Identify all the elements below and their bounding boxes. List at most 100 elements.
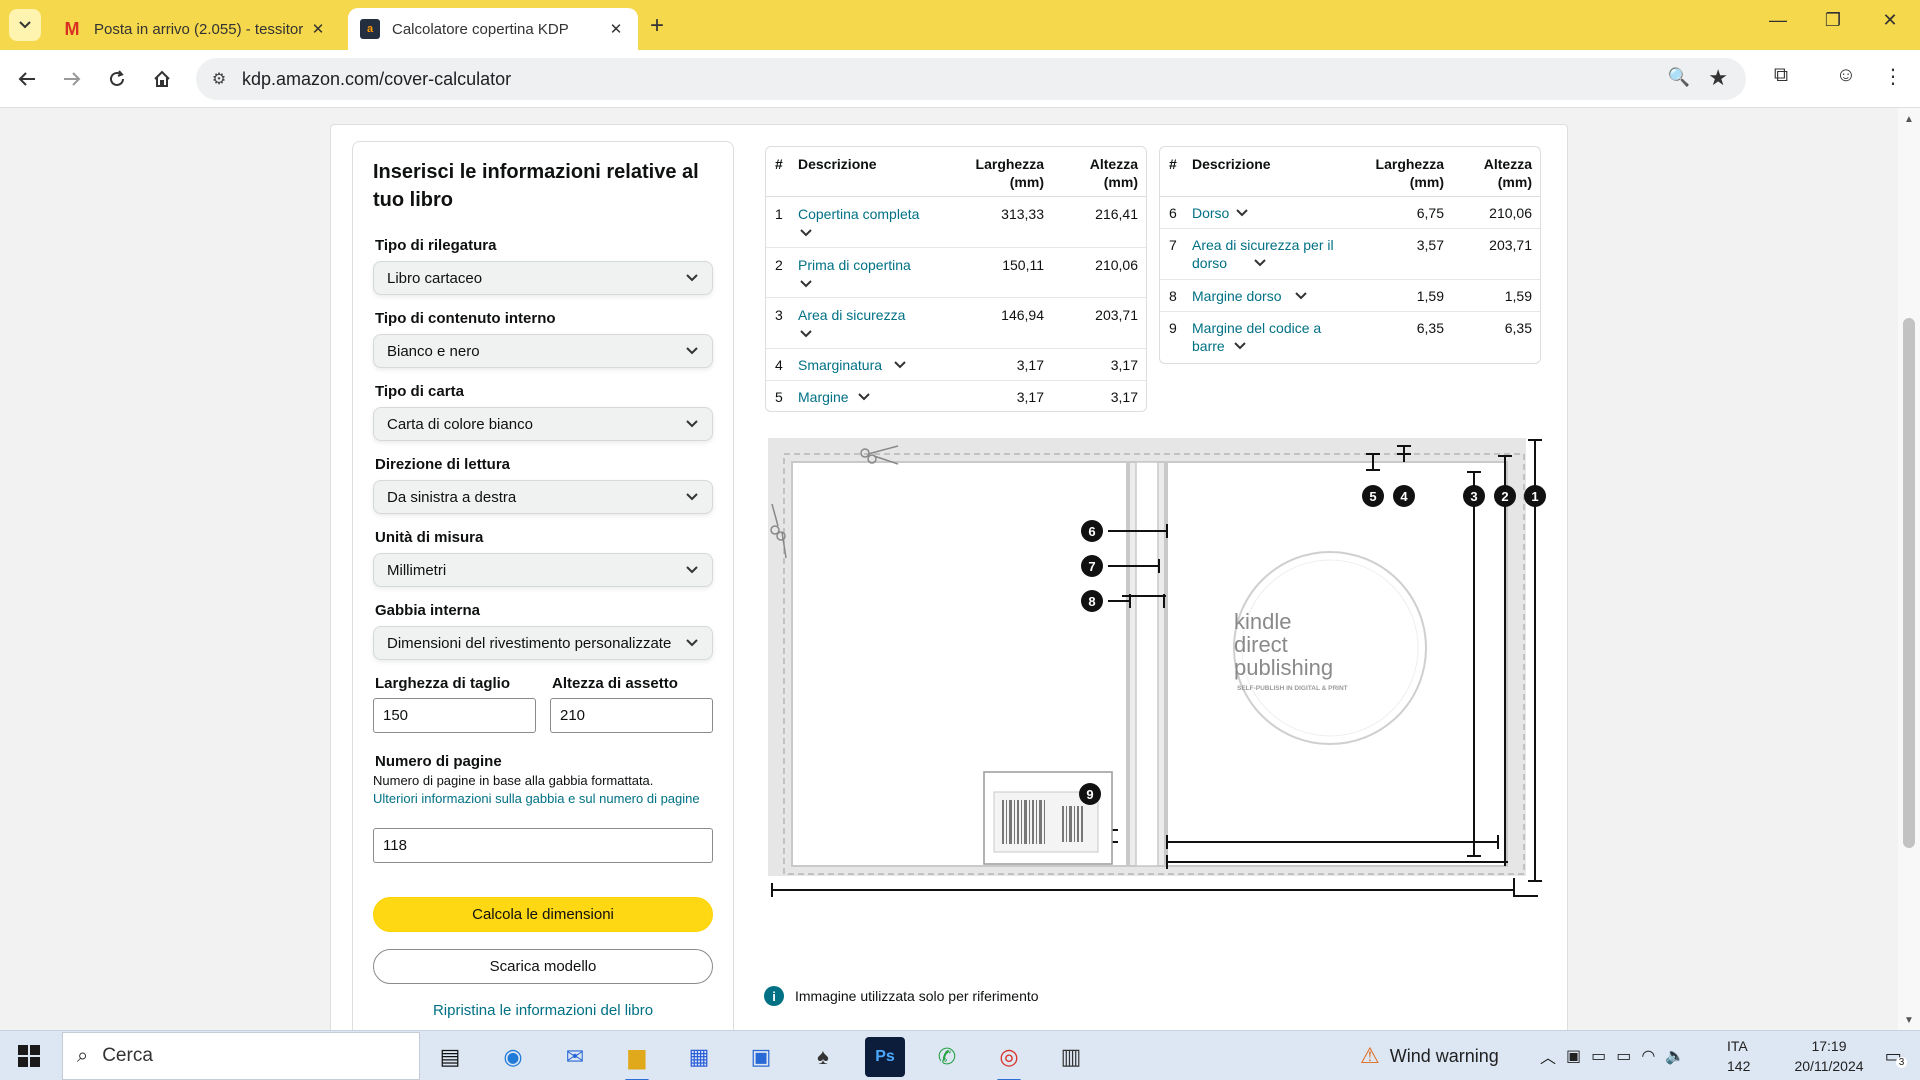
notepad-icon[interactable]: ▥ (1051, 1037, 1091, 1077)
reset-book-info-link[interactable]: Ripristina le informazioni del libro (373, 1002, 713, 1019)
weather-widget[interactable]: ⚠ Wind warning (1360, 1031, 1499, 1080)
notification-center[interactable]: ▭ 3 (1878, 1031, 1914, 1080)
trim-height-input[interactable]: 210 (550, 698, 713, 733)
outlook-icon[interactable]: ▣ (741, 1037, 781, 1077)
pages-info-link[interactable]: Ulteriori informazioni sulla gabbia e su… (373, 790, 713, 808)
chevron-down-icon[interactable] (1236, 209, 1248, 217)
reload-button[interactable] (100, 62, 134, 96)
task-view-icon[interactable]: ▤ (430, 1037, 470, 1077)
wifi-icon[interactable]: ◠ (1641, 1046, 1655, 1066)
trim-width-input[interactable]: 150 (373, 698, 536, 733)
chevron-up-icon[interactable]: ︿ (1540, 1044, 1556, 1068)
marker-1: 1 (1524, 485, 1546, 507)
profile-avatar[interactable]: ☺ (1831, 64, 1861, 87)
svg-text:2: 2 (1501, 489, 1508, 504)
chevron-down-icon[interactable] (1234, 342, 1246, 350)
home-button[interactable] (145, 62, 179, 96)
row-description-link[interactable]: Dorso (1192, 204, 1229, 222)
site-settings-icon[interactable]: ⚙ (208, 68, 230, 90)
meet-icon[interactable]: ▣ (1566, 1046, 1581, 1066)
close-window-button[interactable]: ✕ (1870, 10, 1910, 31)
chevron-down-icon[interactable] (894, 361, 906, 369)
marker-3: 3 (1463, 485, 1485, 507)
tab-title: Calcolatore copertina KDP (392, 20, 569, 38)
zoom-icon[interactable]: 🔍 (1668, 67, 1690, 88)
clock[interactable]: 17:19 20/11/2024 (1784, 1031, 1874, 1080)
file-explorer-icon[interactable]: ▆ (617, 1037, 657, 1080)
start-button[interactable] (18, 1045, 40, 1067)
row-description-link[interactable]: Copertina completa (798, 205, 919, 223)
display-icon[interactable]: ▭ (1591, 1046, 1606, 1066)
tab-kdp-calculator[interactable]: a Calcolatore copertina KDP ✕ (348, 8, 638, 50)
kdp-logo: kindle direct publishing SELF-PUBLISH IN… (1233, 551, 1427, 745)
chrome-icon[interactable]: ◎ (989, 1037, 1029, 1080)
page-content: Inserisci le informazioni relative al tu… (0, 108, 1920, 1030)
scrollbar-thumb[interactable] (1903, 318, 1915, 848)
paper-label: Tipo di carta (375, 383, 464, 400)
row-description-link[interactable]: Area di sicurezza (798, 306, 905, 324)
chevron-down-icon (685, 563, 699, 577)
tab-bar: M Posta in arrivo (2.055) - tessitor ✕ a… (0, 0, 1920, 50)
mail-icon[interactable]: ✉ (555, 1037, 595, 1077)
row-width: 6,75 (1416, 205, 1444, 221)
volume-icon[interactable]: 🔈 (1665, 1046, 1685, 1066)
marker-5: 5 (1362, 485, 1384, 507)
pages-label: Numero di pagine (375, 753, 502, 770)
row-description-link[interactable]: Smarginatura (798, 356, 882, 374)
tab-search-button[interactable] (9, 9, 41, 41)
system-tray[interactable]: ︿ ▣ ▭ ▭ ◠ 🔈 (1540, 1031, 1685, 1080)
page-count-input[interactable]: 118 (373, 828, 713, 863)
interior-select[interactable]: Bianco e nero (373, 334, 713, 368)
marker-9: 9 (1079, 783, 1101, 805)
extensions-icon[interactable]: ⧉ (1766, 64, 1796, 87)
binding-select[interactable]: Libro cartaceo (373, 261, 713, 295)
trim-select[interactable]: Dimensioni del rivestimento personalizza… (373, 626, 713, 660)
marker-4: 4 (1393, 485, 1415, 507)
download-template-button[interactable]: Scarica modello (373, 949, 713, 984)
edge-icon[interactable]: ◉ (493, 1037, 533, 1077)
forward-button[interactable] (55, 62, 89, 96)
paper-select[interactable]: Carta di colore bianco (373, 407, 713, 441)
chevron-down-icon[interactable] (800, 330, 812, 338)
taskbar-search[interactable]: ⌕ Cerca (62, 1032, 420, 1080)
chevron-down-icon[interactable] (800, 280, 812, 288)
photoshop-icon[interactable]: Ps (865, 1037, 905, 1077)
close-icon[interactable]: ✕ (308, 20, 328, 38)
chevron-down-icon[interactable] (1295, 292, 1307, 300)
new-tab-button[interactable]: + (650, 12, 664, 40)
chevron-down-icon (685, 417, 699, 431)
store-icon[interactable]: ▦ (679, 1037, 719, 1077)
menu-icon[interactable]: ⋮ (1878, 64, 1908, 89)
tab-gmail[interactable]: M Posta in arrivo (2.055) - tessitor ✕ (50, 8, 340, 50)
chevron-down-icon[interactable] (800, 229, 812, 237)
height-label: Altezza di assetto (552, 675, 678, 692)
scroll-up-icon[interactable]: ▲ (1904, 114, 1914, 125)
minimize-button[interactable]: — (1758, 10, 1798, 31)
row-description-link[interactable]: Area di sicurezza per il dorso (1192, 236, 1342, 272)
scroll-down-icon[interactable]: ▼ (1904, 1015, 1914, 1026)
book-info-form: Inserisci le informazioni relative al tu… (352, 141, 734, 1030)
row-height: 3,17 (1110, 357, 1138, 373)
logo-tagline: SELF-PUBLISH IN DIGITAL & PRINT (1237, 685, 1348, 692)
calculate-button[interactable]: Calcola le dimensioni (373, 897, 713, 932)
chevron-down-icon[interactable] (1254, 259, 1266, 267)
battery-icon[interactable]: ▭ (1616, 1046, 1631, 1066)
unit-select[interactable]: Millimetri (373, 553, 713, 587)
address-bar[interactable]: ⚙ kdp.amazon.com/cover-calculator 🔍 ★ (196, 58, 1746, 100)
row-description-link[interactable]: Margine dorso (1192, 287, 1282, 305)
close-icon[interactable]: ✕ (606, 20, 626, 38)
row-description-link[interactable]: Prima di copertina (798, 256, 911, 274)
language-indicator[interactable]: ITA 142 (1727, 1031, 1750, 1080)
page-scrollbar[interactable]: ▲ ▼ (1898, 108, 1920, 1030)
solitaire-icon[interactable]: ♠ (803, 1037, 843, 1077)
whatsapp-icon[interactable]: ✆ (927, 1037, 967, 1077)
back-button[interactable] (10, 62, 44, 96)
reading-direction-select[interactable]: Da sinistra a destra (373, 480, 713, 514)
row-description-link[interactable]: Margine del codice a barre (1192, 319, 1342, 355)
bookmark-star-icon[interactable]: ★ (1708, 65, 1728, 91)
restore-button[interactable]: ❐ (1813, 10, 1853, 31)
chevron-down-icon[interactable] (858, 393, 870, 401)
row-description-link[interactable]: Margine (798, 388, 849, 406)
col-height: Altezza (mm) (1483, 156, 1532, 190)
clock-date: 20/11/2024 (1794, 1058, 1864, 1074)
